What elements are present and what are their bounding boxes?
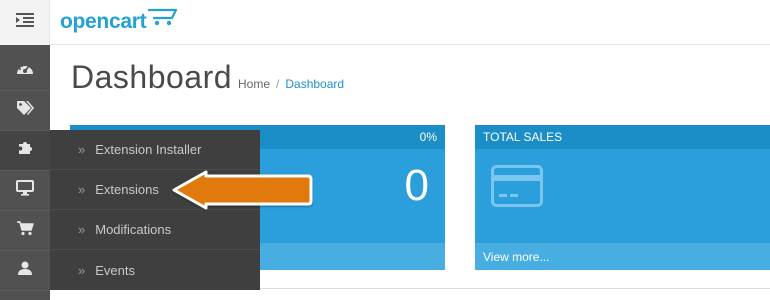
top-header: opencart [0, 0, 770, 45]
submenu-item-events[interactable]: » Events [50, 250, 260, 290]
sidebar-item-dashboard[interactable] [0, 51, 50, 91]
submenu-item-label: Events [95, 262, 135, 278]
tile-header: TOTAL SALES [475, 125, 770, 149]
double-chevron-right-icon: » [78, 222, 86, 237]
user-icon [17, 260, 33, 281]
submenu-item-extension-installer[interactable]: » Extension Installer [50, 130, 260, 170]
menu-toggle-button[interactable] [0, 0, 50, 45]
sidebar-item-customers[interactable] [0, 251, 50, 291]
sidebar [0, 45, 50, 300]
sidebar-item-extensions[interactable] [0, 131, 50, 171]
shopping-cart-icon [16, 220, 34, 241]
desktop-monitor-icon [16, 180, 34, 201]
sidebar-item-catalog[interactable] [0, 91, 50, 131]
credit-card-icon [491, 165, 543, 212]
breadcrumb: Home / Dashboard [238, 77, 344, 91]
submenu-item-label: Extension Installer [95, 142, 202, 157]
tags-icon [16, 100, 34, 121]
sidebar-item-design[interactable] [0, 171, 50, 211]
menu-indent-icon [15, 13, 34, 32]
annotation-arrow-icon [172, 168, 314, 219]
opencart-logo[interactable]: opencart [60, 6, 178, 38]
submenu-item-label: Modifications [95, 222, 172, 237]
dashboard-gauge-icon [16, 61, 34, 80]
total-sales-tile: TOTAL SALES View more... [475, 125, 770, 270]
breadcrumb-dashboard-link[interactable]: Dashboard [285, 77, 344, 91]
tile-footer: View more... [475, 243, 770, 270]
sidebar-item-sales[interactable] [0, 211, 50, 251]
submenu-item-label: Extensions [95, 182, 159, 197]
breadcrumb-separator: / [276, 77, 280, 91]
tile-view-more-link[interactable]: View more... [483, 250, 549, 264]
tile-value: 0 [404, 161, 429, 210]
double-chevron-right-icon: » [78, 142, 86, 157]
double-chevron-right-icon: » [78, 262, 86, 278]
double-chevron-right-icon: » [78, 182, 86, 197]
page-title: Dashboard [71, 59, 233, 95]
puzzle-piece-icon [17, 140, 33, 161]
tile-title: TOTAL SALES [483, 130, 563, 144]
logo-cart-icon [148, 7, 178, 32]
logo-text: opencart [60, 10, 147, 33]
tile-percent-badge: 0% [419, 130, 437, 144]
breadcrumb-home-link[interactable]: Home [238, 77, 270, 91]
